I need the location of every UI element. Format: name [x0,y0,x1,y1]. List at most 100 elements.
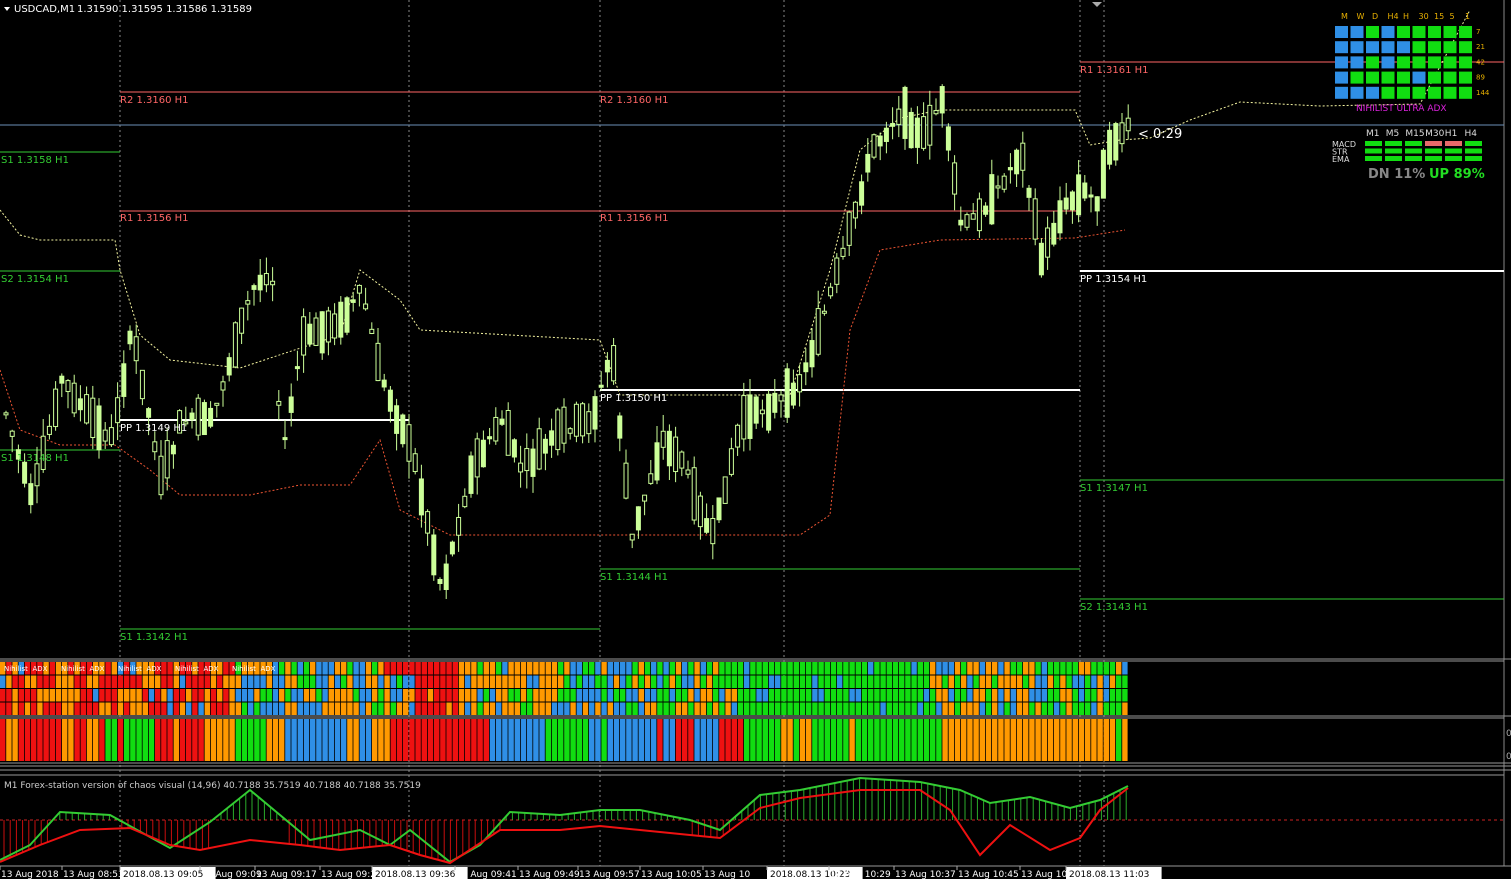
heatmap-cell [613,662,620,675]
heatmap-cell [1060,702,1066,715]
trend-bar [1004,719,1010,761]
heatmap-cell [589,675,595,688]
chart-symbol: USDCAD,M1 [14,4,75,15]
heatmap-cell [663,675,669,688]
heatmap-cell [1091,702,1097,715]
heatmap-cell [93,702,99,715]
trend-bar [669,719,675,761]
heatmap-cell [130,702,136,715]
heatmap-label: ADX [33,665,48,673]
heatmap-cell [124,702,130,715]
time-axis-label: 13 Aug 10 [704,870,750,879]
r1-label-2: R1 1.3156 H1 [600,213,669,224]
heatmap-cell [1023,675,1029,688]
trend-bar [1097,719,1103,761]
heatmap-cell [161,702,167,715]
time-axis: 13 Aug 2018 13 Aug 08:53 2018.08.13 09:051… [0,866,1162,879]
heatmap-cell [644,702,651,715]
heatmap-cell [297,675,303,688]
trend-bar [477,719,483,761]
adx-cell [1366,41,1379,54]
heatmap-cell [427,689,434,702]
trend-bar [948,719,954,761]
heatmap-cell [1004,662,1010,675]
trend-bar [830,719,837,761]
heatmap-cell [942,662,948,675]
heatmap-label: ADX [261,665,276,673]
heatmap-cell [390,675,396,688]
heatmap-cell [880,702,886,715]
heatmap-cell [223,702,229,715]
heatmap-cell [669,662,675,675]
candle [195,394,201,441]
heatmap-cell [427,675,434,688]
heatmap-cell [334,662,341,675]
heatmap-cell [55,675,62,688]
trend-bar [167,719,173,761]
heatmap-cell [806,662,812,675]
heatmap-cell [148,702,155,715]
heatmap-cell [210,689,217,702]
heatmap-cell [762,689,768,702]
heatmap-cell [471,675,477,688]
time-axis-label: 13 Aug 08:53 [63,870,124,879]
heatmap-cell [434,702,440,715]
heatmap-cell [905,675,911,688]
adx-cell [1459,56,1472,69]
trend-bar [458,719,465,761]
time-axis-label: 13 Aug 09:17 [256,870,317,879]
heatmap-cell [272,675,279,688]
time-axis-label: 13 Aug 09:09 [201,870,262,879]
candle [338,296,344,345]
trend-bar [186,719,192,761]
trend-cell [1425,156,1442,161]
heatmap-cell [117,689,124,702]
heatmap-cell [582,675,589,688]
trend-bar [117,719,124,761]
trend-bar [1041,719,1047,761]
heatmap-cell [837,702,843,715]
heatmap-cell [812,702,818,715]
heatmap-cell [967,702,973,715]
adx-cell [1335,71,1348,84]
trend-bar [322,719,328,761]
heatmap-cell [520,702,527,715]
heatmap-cell [812,662,818,675]
trading-chart[interactable]: R2 1.3160 H1 R2 1.3160 H1 R1 1.3156 H1 R… [0,0,1511,879]
time-axis-label: 13 Aug 09:49 [519,870,580,879]
heatmap-cell [415,662,421,675]
heatmap-cell [1085,689,1091,702]
heatmap-cell [725,662,731,675]
candle [766,390,772,434]
heatmap-cell [136,689,142,702]
trend-bar [843,719,849,761]
heatmap-cell [657,675,663,688]
heatmap-cell [744,675,750,688]
heatmap-cell [855,675,861,688]
trend-timeframe-label: M1 [1366,129,1380,139]
heatmap-cell [868,689,874,702]
heatmap-cell [849,689,855,702]
candle [1038,238,1044,278]
heatmap-cell [427,702,434,715]
heatmap-cell [390,702,396,715]
heatmap-cell [155,702,161,715]
heatmap-cell [713,689,719,702]
heatmap-cell [651,675,657,688]
trend-bar [210,719,217,761]
heatmap-cell [837,689,843,702]
heatmap-cell [502,689,508,702]
main-chart-area[interactable] [0,0,1504,658]
trend-bar [452,719,458,761]
trend-bar [936,719,942,761]
heatmap-cell [892,675,899,688]
heatmap-cell [1035,689,1041,702]
heatmap-cell [564,702,570,715]
trend-bar [762,719,768,761]
heatmap-cell [855,702,861,715]
heatmap-cell [254,675,260,688]
trend-bar [1023,719,1029,761]
heatmap-cell [663,702,669,715]
heatmap-cell [347,689,353,702]
trend-bar [861,719,868,761]
